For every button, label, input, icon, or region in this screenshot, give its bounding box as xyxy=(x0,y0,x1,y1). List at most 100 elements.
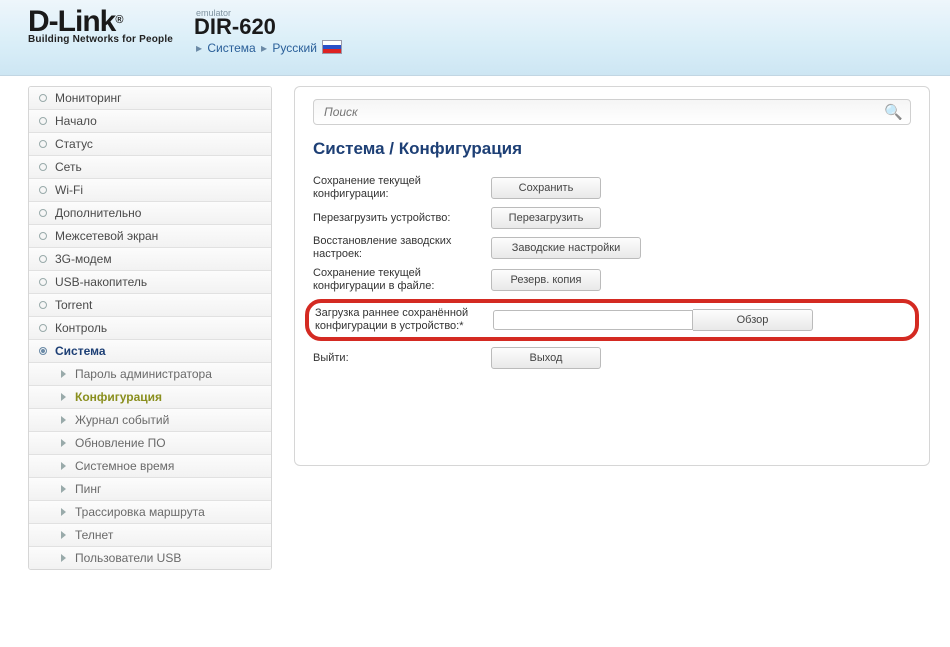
breadcrumb-language[interactable]: Русский xyxy=(272,41,317,55)
main-content: 🔍 Система / Конфигурация Сохранение теку… xyxy=(294,86,930,570)
brand-tagline: Building Networks for People xyxy=(28,34,188,45)
sidebar-item-label: Конфигурация xyxy=(75,390,162,404)
sidebar-sub-event-log[interactable]: Журнал событий xyxy=(29,409,271,432)
label-save-config: Сохранение текущей конфигурации: xyxy=(313,175,491,201)
chevron-right-icon: ▸ xyxy=(196,41,202,55)
sidebar-item-control[interactable]: Контроль xyxy=(29,317,271,340)
sidebar-item-label: Статус xyxy=(55,137,93,151)
row-upload-config-highlight: Загрузка раннее сохранённой конфигурации… xyxy=(305,299,919,341)
chevron-right-icon xyxy=(61,416,66,424)
bullet-icon xyxy=(39,163,47,171)
row-backup: Сохранение текущей конфигурации в файле:… xyxy=(313,267,911,293)
bullet-icon xyxy=(39,209,47,217)
page-title: Система / Конфигурация xyxy=(313,139,911,159)
breadcrumb-system[interactable]: Система xyxy=(207,41,255,55)
bullet-icon xyxy=(39,347,47,355)
brand-logo: D-Link® xyxy=(28,8,188,36)
sidebar-item-label: 3G-модем xyxy=(55,252,112,266)
search-wrap: 🔍 xyxy=(313,99,911,125)
row-exit: Выйти: Выход xyxy=(313,347,911,369)
sidebar-item-usb[interactable]: USB-накопитель xyxy=(29,271,271,294)
model-name: DIR-620 xyxy=(194,16,342,38)
sidebar-item-label: Телнет xyxy=(75,528,113,542)
header: D-Link® Building Networks for People emu… xyxy=(0,0,950,76)
sidebar-item-label: Трассировка маршрута xyxy=(75,505,205,519)
sidebar-item-label: Обновление ПО xyxy=(75,436,166,450)
sidebar-item-firewall[interactable]: Межсетевой экран xyxy=(29,225,271,248)
chevron-right-icon xyxy=(61,531,66,539)
chevron-right-icon xyxy=(61,393,66,401)
browse-button[interactable]: Обзор xyxy=(693,309,813,331)
search-icon: 🔍 xyxy=(884,103,903,121)
model-block: emulator DIR-620 ▸ Система ▸ Русский xyxy=(194,8,342,55)
sidebar-item-3g[interactable]: 3G-модем xyxy=(29,248,271,271)
row-save-config: Сохранение текущей конфигурации: Сохрани… xyxy=(313,175,911,201)
sidebar-item-label: Torrent xyxy=(55,298,92,312)
sidebar-sub-traceroute[interactable]: Трассировка маршрута xyxy=(29,501,271,524)
chevron-right-icon xyxy=(61,508,66,516)
bullet-icon xyxy=(39,94,47,102)
sidebar-item-label: Системное время xyxy=(75,459,174,473)
sidebar-item-status[interactable]: Статус xyxy=(29,133,271,156)
bullet-icon xyxy=(39,186,47,194)
sidebar-sub-ping[interactable]: Пинг xyxy=(29,478,271,501)
sidebar-sub-telnet[interactable]: Телнет xyxy=(29,524,271,547)
sidebar-item-network[interactable]: Сеть xyxy=(29,156,271,179)
bullet-icon xyxy=(39,140,47,148)
label-exit: Выйти: xyxy=(313,352,491,365)
bullet-icon xyxy=(39,301,47,309)
sidebar-sub-admin-password[interactable]: Пароль администратора xyxy=(29,363,271,386)
breadcrumb: ▸ Система ▸ Русский xyxy=(194,40,342,55)
bullet-icon xyxy=(39,255,47,263)
label-reboot: Перезагрузить устройство: xyxy=(313,212,491,225)
sidebar-item-label: Мониторинг xyxy=(55,91,122,105)
save-button[interactable]: Сохранить xyxy=(491,177,601,199)
sidebar-item-label: USB-накопитель xyxy=(55,275,147,289)
factory-reset-button[interactable]: Заводские настройки xyxy=(491,237,641,259)
sidebar-item-label: Wi-Fi xyxy=(55,183,83,197)
row-upload-config: Загрузка раннее сохранённой конфигурации… xyxy=(315,307,909,333)
sidebar-item-start[interactable]: Начало xyxy=(29,110,271,133)
bullet-icon xyxy=(39,324,47,332)
sidebar-menu: Мониторинг Начало Статус Сеть Wi-Fi Допо… xyxy=(28,86,272,570)
chevron-right-icon xyxy=(61,485,66,493)
search-input[interactable] xyxy=(313,99,911,125)
chevron-right-icon xyxy=(61,370,66,378)
sidebar-item-label: Пароль администратора xyxy=(75,367,212,381)
sidebar-item-label: Журнал событий xyxy=(75,413,169,427)
sidebar-sub-system-time[interactable]: Системное время xyxy=(29,455,271,478)
chevron-right-icon xyxy=(61,439,66,447)
sidebar-item-label: Пользователи USB xyxy=(75,551,181,565)
content-panel: 🔍 Система / Конфигурация Сохранение теку… xyxy=(294,86,930,466)
chevron-right-icon: ▸ xyxy=(261,41,267,55)
sidebar-sub-usb-users[interactable]: Пользователи USB xyxy=(29,547,271,569)
logo-block: D-Link® Building Networks for People xyxy=(28,8,188,45)
label-factory: Восстановление заводских настроек: xyxy=(313,235,491,261)
row-factory-reset: Восстановление заводских настроек: Завод… xyxy=(313,235,911,261)
sidebar-item-label: Межсетевой экран xyxy=(55,229,158,243)
bullet-icon xyxy=(39,117,47,125)
upload-file-path-input[interactable] xyxy=(493,310,693,330)
sidebar-item-wifi[interactable]: Wi-Fi xyxy=(29,179,271,202)
sidebar-item-label: Пинг xyxy=(75,482,101,496)
sidebar-item-torrent[interactable]: Torrent xyxy=(29,294,271,317)
sidebar-item-label: Контроль xyxy=(55,321,107,335)
sidebar-item-label: Система xyxy=(55,344,106,358)
sidebar-item-monitoring[interactable]: Мониторинг xyxy=(29,87,271,110)
chevron-right-icon xyxy=(61,462,66,470)
sidebar-sub-firmware[interactable]: Обновление ПО xyxy=(29,432,271,455)
bullet-icon xyxy=(39,278,47,286)
sidebar-item-label: Дополнительно xyxy=(55,206,141,220)
flag-ru-icon xyxy=(322,40,342,54)
chevron-right-icon xyxy=(61,554,66,562)
sidebar-item-system[interactable]: Система xyxy=(29,340,271,363)
reboot-button[interactable]: Перезагрузить xyxy=(491,207,601,229)
sidebar-item-advanced[interactable]: Дополнительно xyxy=(29,202,271,225)
backup-button[interactable]: Резерв. копия xyxy=(491,269,601,291)
label-upload: Загрузка раннее сохранённой конфигурации… xyxy=(315,307,493,333)
exit-button[interactable]: Выход xyxy=(491,347,601,369)
sidebar-sub-configuration[interactable]: Конфигурация xyxy=(29,386,271,409)
bullet-icon xyxy=(39,232,47,240)
sidebar: Мониторинг Начало Статус Сеть Wi-Fi Допо… xyxy=(28,86,272,570)
row-reboot: Перезагрузить устройство: Перезагрузить xyxy=(313,207,911,229)
